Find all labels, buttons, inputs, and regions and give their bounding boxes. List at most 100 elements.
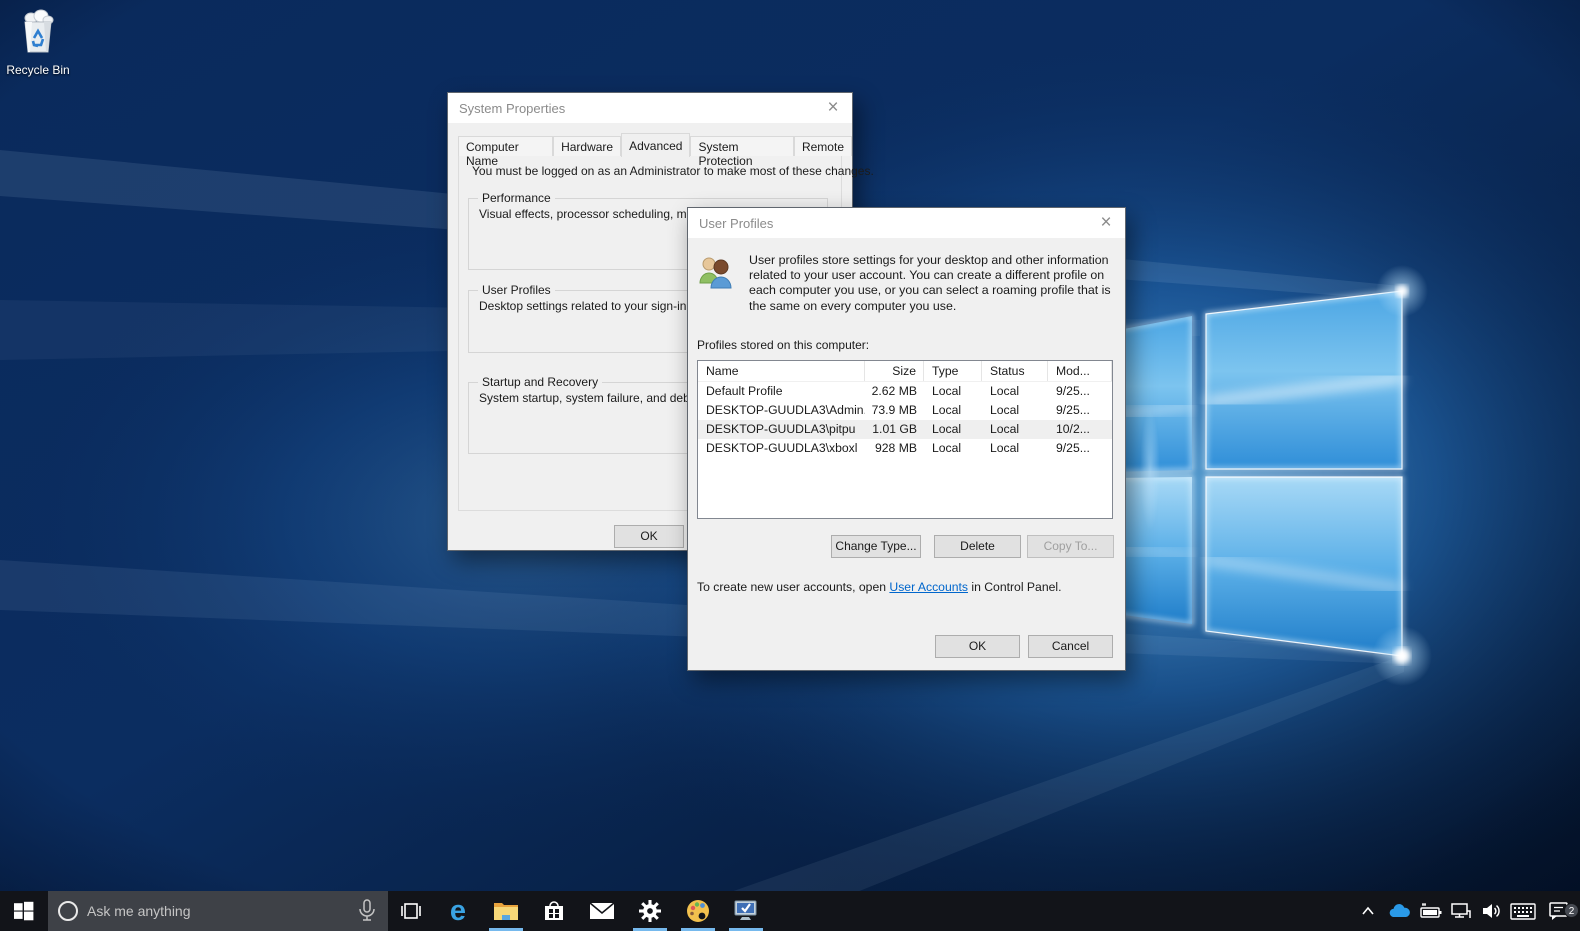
table-row[interactable]: DESKTOP-GUUDLA3\pitpu 1.01 GB Local Loca… [698,420,1112,439]
microphone-icon[interactable] [356,899,378,923]
table-row[interactable]: Default Profile 2.62 MB Local Local 9/25… [698,382,1112,401]
admin-note: You must be logged on as an Administrato… [472,164,874,178]
network-tray-button[interactable] [1445,902,1476,920]
sysprops-ok-button[interactable]: OK [614,525,684,548]
taskbar-paint-button[interactable] [674,891,722,931]
uprof-cancel-button[interactable]: Cancel [1028,635,1113,658]
table-row[interactable]: DESKTOP-GUUDLA3\Admin... 73.9 MB Local L… [698,401,1112,420]
cell-name: DESKTOP-GUUDLA3\pitpu [706,422,856,436]
col-header-size[interactable]: Size [865,361,924,381]
user-profiles-icon [699,257,732,289]
cell-status: Local [990,384,1020,398]
taskbar-file-explorer-button[interactable] [482,891,530,931]
paint-palette-icon [687,900,709,922]
profiles-list-label: Profiles stored on this computer: [697,338,870,352]
close-icon[interactable]: × [1093,211,1119,235]
user-profiles-group-label: User Profiles [478,283,555,297]
profiles-table: Name Size Type Status Mod... Default Pro… [697,360,1113,519]
system-properties-titlebar[interactable]: System Properties × [448,93,852,123]
system-window-icon [734,900,757,920]
recycle-bin[interactable]: Recycle Bin [6,8,70,77]
uprof-ok-button[interactable]: OK [935,635,1020,658]
table-row[interactable]: DESKTOP-GUUDLA3\xboxl 928 MB Local Local… [698,439,1112,458]
cell-size: 2.62 MB [871,384,917,398]
system-properties-title: System Properties [459,101,566,116]
battery-icon [1419,903,1441,918]
close-icon[interactable]: × [820,96,846,120]
cell-type: Local [932,422,962,436]
footer-suffix: in Control Panel. [967,580,1062,594]
cell-type: Local [932,384,962,398]
taskbar-mail-button[interactable] [578,891,626,931]
user-profiles-titlebar[interactable]: User Profiles × [688,208,1125,238]
cell-status: Local [990,422,1020,436]
volume-tray-button[interactable] [1476,902,1507,920]
cell-size: 73.9 MB [871,403,917,417]
network-icon [1450,903,1471,918]
cell-type: Local [932,403,962,417]
taskbar-store-button[interactable] [530,891,578,931]
cell-modified: 9/25... [1056,441,1090,455]
startup-recovery-group-label: Startup and Recovery [478,375,603,389]
windows-logo-icon [14,901,34,921]
tab-advanced[interactable]: Advanced [621,133,691,157]
battery-tray-button[interactable] [1414,902,1445,920]
hidden-icons-chevron[interactable] [1352,906,1383,916]
taskbar-edge-button[interactable]: e [434,891,482,931]
search-box[interactable] [48,891,388,931]
user-accounts-link[interactable]: User Accounts [889,580,968,594]
tab-system-protection[interactable]: System Protection [690,136,794,168]
search-input[interactable] [87,903,337,919]
cell-name: Default Profile [706,384,783,398]
col-header-name[interactable]: Name [698,361,865,381]
file-explorer-icon [494,903,518,920]
speaker-icon [1482,904,1500,918]
recycle-bin-label: Recycle Bin [6,63,70,77]
taskbar: e [0,891,1580,931]
profiles-table-header: Name Size Type Status Mod... [698,361,1112,382]
cell-status: Local [990,441,1020,455]
system-properties-tabs: Computer Name Hardware Advanced System P… [458,132,852,168]
keyboard-icon [1509,902,1536,920]
tab-hardware[interactable]: Hardware [553,136,622,156]
user-profiles-title: User Profiles [699,216,774,231]
task-view-icon [401,903,421,919]
notification-badge: 2 [1564,903,1579,918]
cell-size: 928 MB [874,441,917,455]
tab-remote[interactable]: Remote [793,136,852,156]
action-center-tray-button[interactable]: 2 [1538,901,1580,921]
footer-prefix: To create new user accounts, open [697,580,890,594]
mail-icon [589,902,615,919]
user-profiles-intro: User profiles store settings for your de… [749,253,1111,313]
cell-status: Local [990,403,1020,417]
task-view-button[interactable] [388,891,434,931]
delete-button[interactable]: Delete [934,535,1021,558]
cell-modified: 9/25... [1056,384,1090,398]
chevron-up-icon [1361,906,1374,915]
cell-modified: 9/25... [1056,403,1090,417]
cell-size: 1.01 GB [872,422,917,436]
gear-icon [639,900,661,922]
copy-to-button: Copy To... [1027,535,1114,558]
cell-name: DESKTOP-GUUDLA3\xboxl [706,441,858,455]
cell-name: DESKTOP-GUUDLA3\Admin... [706,403,865,417]
onedrive-cloud-icon [1389,904,1410,917]
tab-computer-name[interactable]: Computer Name [458,136,554,168]
col-header-type[interactable]: Type [924,361,982,381]
desktop: Recycle Bin System Properties × Computer… [0,0,1580,931]
store-icon [545,901,563,920]
col-header-modified[interactable]: Mod... [1048,361,1112,381]
taskbar-system-properties-button[interactable] [722,891,770,931]
edge-icon: e [449,894,467,927]
start-button[interactable] [0,891,48,931]
user-profiles-dialog: User Profiles × User profiles store sett… [687,207,1126,671]
cortana-icon [58,901,78,921]
touch-keyboard-tray-button[interactable] [1507,902,1538,920]
col-header-status[interactable]: Status [982,361,1048,381]
onedrive-tray-button[interactable] [1383,903,1414,919]
system-tray: 2 [1352,891,1580,931]
performance-group-label: Performance [478,191,555,205]
change-type-button[interactable]: Change Type... [831,535,921,558]
footer-note: To create new user accounts, open User A… [697,580,1061,594]
taskbar-settings-button[interactable] [626,891,674,931]
